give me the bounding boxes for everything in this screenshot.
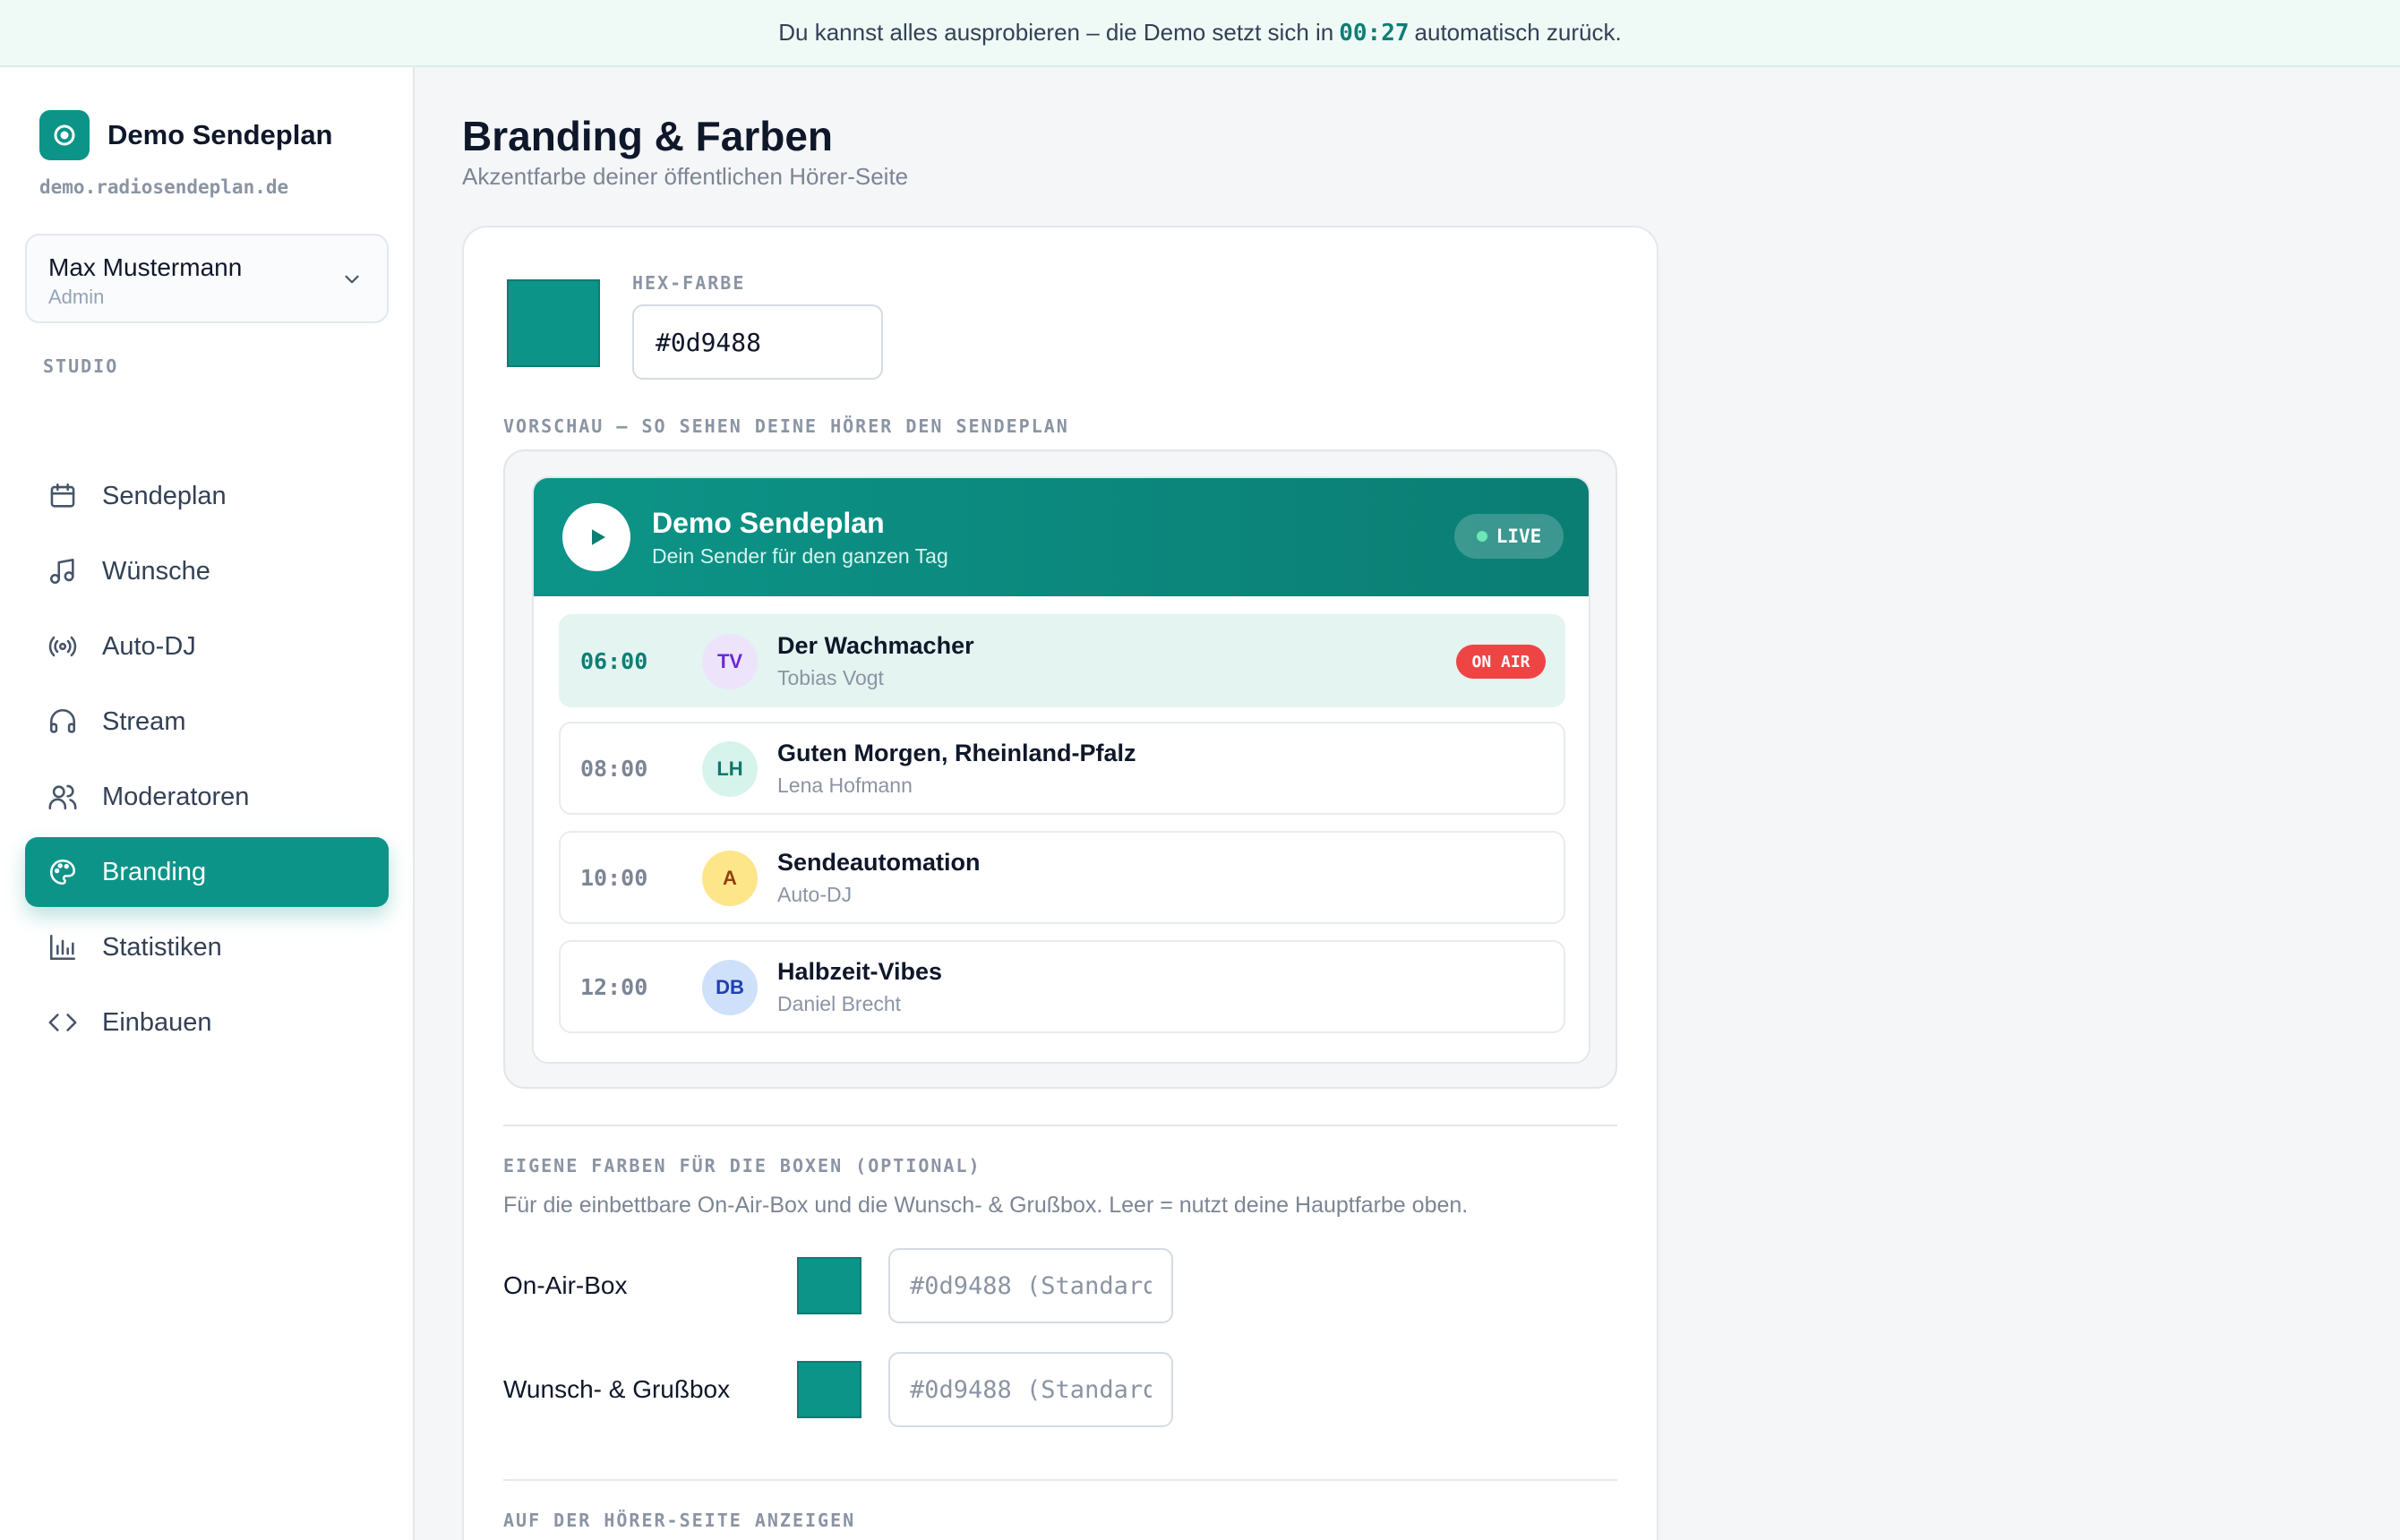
hex-color-label: HEX-FARBE [632, 272, 746, 294]
schedule-row: 12:00 DB Halbzeit-Vibes Daniel Brecht [559, 940, 1565, 1033]
show-title: Sendeautomation [777, 849, 981, 876]
banner-text-before: Du kannst alles ausprobieren – die Demo … [778, 19, 1334, 46]
wish-box-label: Wunsch- & Grußbox [503, 1375, 731, 1403]
show-title: Der Wachmacher [777, 632, 974, 659]
on-air-badge: ON AIR [1456, 645, 1546, 679]
broadcast-icon [47, 630, 79, 663]
section-label-studio: STUDIO [43, 355, 119, 377]
show-host: Lena Hofmann [777, 774, 913, 797]
listener-page-display-label: AUF DER HÖRER-SEITE ANZEIGEN [503, 1510, 856, 1531]
preview-label: VORSCHAU — SO SEHEN DEINE HÖRER DEN SEND… [503, 415, 1069, 437]
play-icon [592, 529, 605, 545]
music-note-icon [47, 555, 79, 587]
accent-color-picker[interactable] [507, 279, 600, 367]
preview-header: Demo Sendeplan Dein Sender für den ganze… [534, 478, 1589, 596]
schedule-row: 06:00 TV Der Wachmacher Tobias Vogt ON A… [559, 614, 1565, 707]
sidebar-item-moderatoren[interactable]: Moderatoren [25, 762, 389, 832]
show-title: Halbzeit-Vibes [777, 958, 943, 985]
show-time: 08:00 [580, 756, 648, 782]
sidebar-item-label: Moderatoren [102, 782, 250, 811]
show-host: Daniel Brecht [777, 992, 902, 1015]
chevron-down-icon [340, 268, 364, 295]
schedule-row: 10:00 A Sendeautomation Auto-DJ [559, 831, 1565, 924]
preview-station-subtitle: Dein Sender für den ganzen Tag [652, 544, 948, 568]
page-title: Branding & Farben [462, 113, 834, 159]
show-time: 06:00 [580, 648, 648, 674]
on-air-box-label: On-Air-Box [503, 1271, 628, 1299]
sidebar-item-statistiken[interactable]: Statistiken [25, 912, 389, 982]
sidebar-item-sendeplan[interactable]: Sendeplan [25, 461, 389, 531]
palette-icon [47, 856, 79, 888]
wish-box-color-picker[interactable] [797, 1361, 861, 1418]
sidebar-item-wuensche[interactable]: Wünsche [25, 536, 389, 606]
user-menu[interactable]: Max Mustermann Admin [25, 234, 389, 323]
preview-frame: Demo Sendeplan Dein Sender für den ganze… [503, 449, 1617, 1089]
box-colors-label: EIGENE FARBEN FÜR DIE BOXEN (OPTIONAL) [503, 1155, 981, 1176]
sidebar-item-label: Auto-DJ [102, 631, 196, 661]
sidebar-item-label: Wünsche [102, 556, 210, 586]
live-dot-icon [1476, 531, 1487, 542]
banner-text-after: automatisch zurück. [1414, 19, 1622, 46]
sidebar-item-einbauen[interactable]: Einbauen [25, 988, 389, 1057]
show-host: Tobias Vogt [777, 666, 884, 689]
sidebar-item-label: Einbauen [102, 1007, 212, 1037]
sidebar: Demo Sendeplan demo.radiosendeplan.de Ma… [0, 67, 415, 1540]
host-avatar: DB [702, 960, 758, 1015]
station-domain: demo.radiosendeplan.de [39, 176, 289, 198]
host-avatar: LH [702, 741, 758, 797]
sidebar-item-label: Sendeplan [102, 481, 227, 510]
live-badge: LIVE [1454, 514, 1564, 559]
show-time: 12:00 [580, 974, 648, 1000]
sidebar-item-branding[interactable]: Branding [25, 837, 389, 907]
section-divider [503, 1479, 1617, 1481]
sidebar-item-stream[interactable]: Stream [25, 687, 389, 757]
show-title: Guten Morgen, Rheinland-Pfalz [777, 740, 1136, 766]
sidebar-item-label: Stream [102, 706, 186, 736]
reset-countdown: 00:27 [1339, 19, 1410, 47]
live-label: LIVE [1496, 526, 1542, 547]
on-air-box-color-input[interactable] [888, 1248, 1173, 1323]
box-colors-description: Für die einbettbare On-Air-Box und die W… [503, 1193, 1469, 1218]
on-air-box-color-picker[interactable] [797, 1257, 861, 1314]
play-button[interactable] [562, 503, 630, 571]
code-icon [47, 1006, 79, 1039]
demo-reset-banner: Du kannst alles ausprobieren – die Demo … [0, 0, 2400, 67]
preview-station-title: Demo Sendeplan [652, 507, 885, 539]
hex-color-input[interactable] [632, 304, 883, 380]
user-name: Max Mustermann [48, 253, 243, 281]
sidebar-item-label: Statistiken [102, 932, 222, 962]
brand[interactable]: Demo Sendeplan [39, 110, 333, 160]
user-role: Admin [48, 286, 105, 308]
sidebar-item-label: Branding [102, 857, 207, 886]
sidebar-item-auto-dj[interactable]: Auto-DJ [25, 612, 389, 681]
users-icon [47, 781, 79, 813]
host-avatar: A [702, 851, 758, 906]
wish-box-color-input[interactable] [888, 1352, 1173, 1427]
show-host: Auto-DJ [777, 883, 853, 906]
schedule-row: 08:00 LH Guten Morgen, Rheinland-Pfalz L… [559, 722, 1565, 815]
section-divider [503, 1125, 1617, 1126]
schedule-preview: Demo Sendeplan Dein Sender für den ganze… [532, 476, 1590, 1064]
show-time: 10:00 [580, 865, 648, 891]
radio-logo-icon [39, 110, 90, 160]
headphones-icon [47, 706, 79, 738]
bar-chart-icon [47, 931, 79, 963]
host-avatar: TV [702, 634, 758, 689]
page-subtitle: Akzentfarbe deiner öffentlichen Hörer-Se… [462, 163, 909, 190]
brand-name: Demo Sendeplan [107, 119, 333, 150]
branding-card: HEX-FARBE VORSCHAU — SO SEHEN DEINE HÖRE… [462, 226, 1659, 1540]
calendar-icon [47, 480, 79, 512]
